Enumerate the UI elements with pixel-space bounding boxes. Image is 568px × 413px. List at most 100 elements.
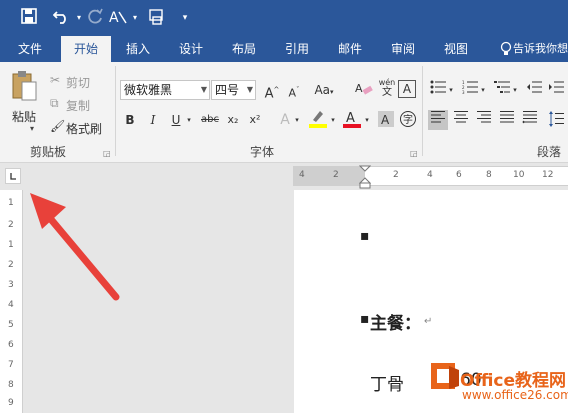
paragraph-mark-icon: ↵ xyxy=(424,316,433,327)
ruler-tick: 2 xyxy=(8,260,14,270)
ruler-tick: 12 xyxy=(542,170,554,180)
menu-item-name[interactable]: 丁骨 xyxy=(370,370,404,395)
annotation-arrow-icon xyxy=(30,193,120,301)
touch-mode-icon[interactable] xyxy=(146,8,168,28)
bullet-marker: ▪ xyxy=(360,228,370,244)
dialog-launcher-icon[interactable]: ◲ xyxy=(103,149,111,158)
clear-format-icon[interactable]: A xyxy=(354,80,374,100)
tell-me-box[interactable]: 告诉我你想 xyxy=(513,36,568,62)
ruler-tick: 7 xyxy=(8,360,14,370)
tab-file[interactable]: 文件 xyxy=(8,36,52,62)
font-name-value: 微软雅黑 xyxy=(124,83,173,97)
ruler-tick: 5 xyxy=(8,320,14,330)
font-format-icon[interactable]: A xyxy=(108,8,130,28)
svg-text:3: 3 xyxy=(462,90,465,94)
font-group-label: 字体 xyxy=(250,145,275,159)
tab-review[interactable]: 审阅 xyxy=(380,36,426,62)
shrink-font-icon[interactable]: Aˇ xyxy=(284,80,304,100)
chevron-down-icon[interactable]: ▼ xyxy=(247,81,253,99)
align-left-icon[interactable] xyxy=(428,110,448,130)
text-effects-dropdown-icon[interactable]: ▾ xyxy=(292,110,302,130)
svg-text:A: A xyxy=(109,10,119,26)
ruler-tick: 8 xyxy=(8,380,14,390)
highlight-dropdown-icon[interactable]: ▾ xyxy=(328,110,338,130)
ruler-tick: 2 xyxy=(393,170,399,180)
align-center-icon[interactable] xyxy=(451,110,471,130)
ruler-tick: 3 xyxy=(8,280,14,290)
font-size-value: 四号 xyxy=(215,83,240,97)
save-icon[interactable] xyxy=(18,8,40,28)
paste-button[interactable]: 粘贴 xyxy=(12,108,36,125)
format-dropdown-icon[interactable]: ▾ xyxy=(130,8,140,28)
tab-insert[interactable]: 插入 xyxy=(115,36,161,62)
char-shading-icon[interactable]: A xyxy=(376,110,396,130)
font-name-combo[interactable]: 微软雅黑 ▼ xyxy=(120,80,210,100)
underline-dropdown-icon[interactable]: ▾ xyxy=(184,110,194,130)
bold-button[interactable]: B xyxy=(120,110,140,130)
decrease-indent-icon[interactable] xyxy=(524,80,544,100)
numbering-dropdown-icon[interactable]: ▾ xyxy=(478,80,488,100)
group-divider xyxy=(422,66,423,156)
ruler-tick: 9 xyxy=(8,398,14,408)
tab-view[interactable]: 视图 xyxy=(433,36,479,62)
tab-mailings[interactable]: 邮件 xyxy=(327,36,373,62)
tab-home[interactable]: 开始 xyxy=(61,36,111,62)
char-border-icon[interactable]: A xyxy=(398,80,416,98)
strikethrough-button[interactable]: abc xyxy=(198,110,222,130)
pinyin-guide-icon[interactable]: wén 文 xyxy=(377,78,397,98)
bullet-marker: ▪ xyxy=(360,311,370,327)
multilevel-list-icon[interactable] xyxy=(492,80,512,100)
underline-button[interactable]: U xyxy=(166,110,186,130)
chevron-down-icon[interactable]: ▾ xyxy=(178,8,192,28)
multilevel-dropdown-icon[interactable]: ▾ xyxy=(510,80,520,100)
superscript-button[interactable]: x² xyxy=(245,110,265,130)
ruler-tick: 1 xyxy=(8,240,14,250)
numbering-icon[interactable]: 123 xyxy=(460,80,480,100)
font-size-combo[interactable]: 四号 ▼ xyxy=(211,80,256,100)
tab-references[interactable]: 引用 xyxy=(274,36,320,62)
font-color-icon[interactable]: A xyxy=(342,108,362,128)
bullets-dropdown-icon[interactable]: ▾ xyxy=(446,80,456,100)
clipboard-group-label: 剪贴板 xyxy=(30,145,67,159)
tab-stop-selector[interactable] xyxy=(5,168,21,184)
dialog-launcher-icon[interactable]: ◲ xyxy=(410,149,418,158)
clipboard-icon[interactable] xyxy=(10,70,44,106)
enclose-char-icon[interactable]: 字 xyxy=(398,110,418,130)
svg-text:A: A xyxy=(381,113,390,127)
copy-button[interactable]: 复制 xyxy=(66,97,90,114)
change-case-button[interactable]: Aa▾ xyxy=(312,80,336,100)
align-right-icon[interactable] xyxy=(474,110,494,130)
highlighter-icon[interactable] xyxy=(308,108,328,128)
subscript-button[interactable]: x₂ xyxy=(223,110,243,130)
redo-icon[interactable] xyxy=(86,8,104,28)
tab-design[interactable]: 设计 xyxy=(168,36,214,62)
change-case-label: Aa xyxy=(314,83,331,97)
menu-heading[interactable]: 主餐： xyxy=(370,309,421,334)
format-painter-button[interactable]: 格式刷 xyxy=(66,120,102,137)
ruler-tick: 10 xyxy=(513,170,525,180)
watermark-logo-icon xyxy=(430,362,460,392)
line-spacing-icon[interactable] xyxy=(546,110,566,130)
copy-icon: ⧉ xyxy=(50,96,59,110)
ruler-tick: 2 xyxy=(333,170,339,180)
ruler-tick: 4 xyxy=(299,170,305,180)
watermark-url: www.office26.com xyxy=(462,388,568,402)
cut-button[interactable]: 剪切 xyxy=(66,74,90,91)
font-color-dropdown-icon[interactable]: ▾ xyxy=(362,110,372,130)
grow-font-icon[interactable]: A^ xyxy=(262,80,282,101)
undo-dropdown-icon[interactable]: ▾ xyxy=(74,8,84,28)
horizontal-ruler[interactable]: 4 2 2 4 6 8 10 12 xyxy=(293,165,568,189)
italic-button[interactable]: I xyxy=(143,110,163,130)
tab-layout[interactable]: 布局 xyxy=(221,36,267,62)
distributed-icon[interactable] xyxy=(520,110,540,130)
svg-text:字: 字 xyxy=(403,113,413,126)
paste-dropdown-icon[interactable]: ▾ xyxy=(30,124,34,133)
increase-indent-icon[interactable] xyxy=(546,80,566,100)
undo-icon[interactable] xyxy=(50,8,74,28)
bullets-icon[interactable] xyxy=(428,80,448,100)
chevron-down-icon[interactable]: ▼ xyxy=(201,81,207,99)
format-painter-icon: 🖌 xyxy=(50,119,66,133)
indent-marker-icon[interactable] xyxy=(359,165,371,189)
justify-icon[interactable] xyxy=(497,110,517,130)
ruler-tick: 8 xyxy=(486,170,492,180)
